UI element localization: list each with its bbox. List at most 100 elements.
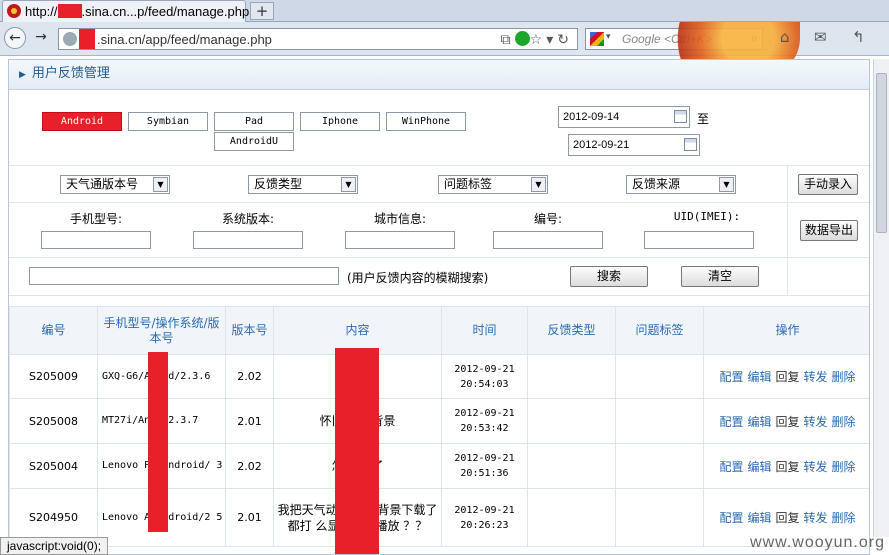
city-input[interactable] <box>345 231 455 249</box>
row-id: S205004 <box>9 443 98 489</box>
config-link[interactable]: 配置 <box>719 511 743 525</box>
row-version: 2.02 <box>225 354 274 399</box>
forward-link[interactable]: 转发 <box>804 511 828 525</box>
id-label: 编号: <box>533 212 563 226</box>
bookmark-star-icon[interactable]: ☆ <box>530 32 547 48</box>
chevron-down-icon: ▼ <box>531 177 546 192</box>
browser-tab[interactable]: http://.sina.cn...p/feed/manage.php <box>2 0 249 22</box>
config-link[interactable]: 配置 <box>719 415 743 429</box>
date-from-input[interactable]: 2012-09-14 <box>558 106 690 128</box>
config-link[interactable]: 配置 <box>719 460 743 474</box>
calendar-icon[interactable] <box>684 138 697 151</box>
col-header-id[interactable]: 编号 <box>9 306 98 355</box>
issue-tag-select[interactable]: 问题标签 ▼ <box>438 175 548 194</box>
watermark: www.wooyun.org <box>750 534 885 551</box>
tab-bar: http://.sina.cn...p/feed/manage.php + <box>0 0 889 22</box>
manual-entry-button[interactable]: 手动录入 <box>798 174 858 195</box>
platform-symbian[interactable]: Symbian <box>128 112 208 131</box>
search-button[interactable]: 搜索 <box>570 266 648 287</box>
row-time: 2012-09-21 20:26:23 <box>441 488 528 547</box>
new-tab-button[interactable]: + <box>250 2 274 20</box>
calendar-icon[interactable] <box>674 110 687 123</box>
clear-button[interactable]: 清空 <box>681 266 759 287</box>
chevron-down-icon: ▼ <box>719 177 734 192</box>
scrollbar-thumb[interactable] <box>876 73 887 233</box>
delete-link[interactable]: 删除 <box>832 370 856 384</box>
compat-view-icon[interactable]: ⧉ <box>501 32 515 48</box>
url-bar[interactable]: .sina.cn/app/feed/manage.php ⧉ ☆▾↻ <box>58 28 578 50</box>
date-to-input[interactable]: 2012-09-21 <box>568 134 700 156</box>
platform-android[interactable]: Android <box>42 112 122 131</box>
status-bar: javascript:void(0); <box>0 537 109 555</box>
row-actions: 配置 编辑 回复 转发 删除 <box>703 354 869 399</box>
col-header-model[interactable]: 手机型号/操作系统/版本号 <box>97 306 226 355</box>
feedback-source-select[interactable]: 反馈来源 ▼ <box>626 175 736 194</box>
content-search-input[interactable] <box>29 267 339 285</box>
delete-link[interactable]: 删除 <box>832 511 856 525</box>
id-input[interactable] <box>493 231 603 249</box>
edit-link[interactable]: 编辑 <box>747 511 771 525</box>
config-link[interactable]: 配置 <box>719 370 743 384</box>
back-button[interactable]: ← <box>4 27 26 49</box>
row-version: 2.02 <box>225 443 274 489</box>
redaction-mark <box>148 352 168 532</box>
table-row: S205004 Lenovo P /Android/ 3 2.02 怎么 出了 … <box>9 443 869 489</box>
delete-link[interactable]: 删除 <box>832 415 856 429</box>
feedback-type-select[interactable]: 反馈类型 ▼ <box>248 175 358 194</box>
col-header-issue-tag[interactable]: 问题标签 <box>615 306 704 355</box>
uid-input[interactable] <box>644 231 754 249</box>
reply-link[interactable]: 回复 <box>775 370 799 384</box>
forward-link[interactable]: 转发 <box>804 460 828 474</box>
col-header-time[interactable]: 时间 <box>441 306 528 355</box>
divider <box>787 166 788 296</box>
row-actions: 配置 编辑 回复 转发 删除 <box>703 398 869 444</box>
go-icon[interactable] <box>514 31 530 46</box>
platform-winphone[interactable]: WinPhone <box>386 112 466 131</box>
triangle-right-icon: ▶ <box>19 70 26 80</box>
weibo-favicon-icon <box>7 4 21 18</box>
row-id: S205009 <box>9 354 98 399</box>
mail-icon[interactable]: ✉ <box>814 28 827 46</box>
row-actions: 配置 编辑 回复 转发 删除 <box>703 443 869 489</box>
reply-link[interactable]: 回复 <box>775 415 799 429</box>
back-arrow-icon: ← <box>9 30 21 46</box>
platform-iphone[interactable]: Iphone <box>300 112 380 131</box>
section-title: 用户反馈管理 <box>31 66 110 81</box>
platform-androidu[interactable]: AndroidU <box>214 132 294 151</box>
row-feedback-type <box>527 354 616 399</box>
edit-link[interactable]: 编辑 <box>747 370 771 384</box>
redaction-mark <box>335 348 379 554</box>
platform-pad[interactable]: Pad <box>214 112 294 131</box>
fuzzy-search-row: (用户反馈内容的模糊搜索) 搜索 清空 <box>9 258 869 296</box>
edit-link[interactable]: 编辑 <box>747 415 771 429</box>
edit-link[interactable]: 编辑 <box>747 460 771 474</box>
delete-link[interactable]: 删除 <box>832 460 856 474</box>
engine-dropdown-icon[interactable]: ▾ <box>606 32 611 42</box>
phone-model-input[interactable] <box>41 231 151 249</box>
os-version-input[interactable] <box>193 231 303 249</box>
col-header-feedback-type[interactable]: 反馈类型 <box>527 306 616 355</box>
url-actions: ⧉ ☆▾↻ <box>501 31 573 48</box>
row-feedback-type <box>527 443 616 489</box>
table-row: S204950 Lenovo A Android/2 5 2.01 我把天气动 … <box>9 488 869 547</box>
redaction-mark <box>57 4 82 18</box>
col-header-version[interactable]: 版本号 <box>225 306 274 355</box>
home-icon[interactable]: ⌂ <box>780 28 790 46</box>
feedback-table: 编号 手机型号/操作系统/版本号 版本号 内容 时间 反馈类型 问题标签 操作 … <box>9 306 869 547</box>
version-select[interactable]: 天气通版本号 ▼ <box>60 175 170 194</box>
export-button[interactable]: 数据导出 <box>800 220 858 241</box>
forward-link[interactable]: 转发 <box>804 370 828 384</box>
reload-icon[interactable]: ↻ <box>557 32 573 48</box>
table-header-row: 编号 手机型号/操作系统/版本号 版本号 内容 时间 反馈类型 问题标签 操作 <box>9 306 869 355</box>
addon-icon[interactable]: ↰ <box>852 28 865 46</box>
vertical-scrollbar[interactable] <box>873 59 889 537</box>
dropdown-icon[interactable]: ▾ <box>546 32 557 48</box>
globe-icon <box>63 32 77 46</box>
chevron-down-icon: ▼ <box>153 177 168 192</box>
forward-link[interactable]: 转发 <box>804 415 828 429</box>
row-time: 2012-09-21 20:53:42 <box>441 398 528 444</box>
forward-button[interactable]: → <box>30 27 52 49</box>
reply-link[interactable]: 回复 <box>775 511 799 525</box>
reply-link[interactable]: 回复 <box>775 460 799 474</box>
chevron-down-icon: ▼ <box>341 177 356 192</box>
